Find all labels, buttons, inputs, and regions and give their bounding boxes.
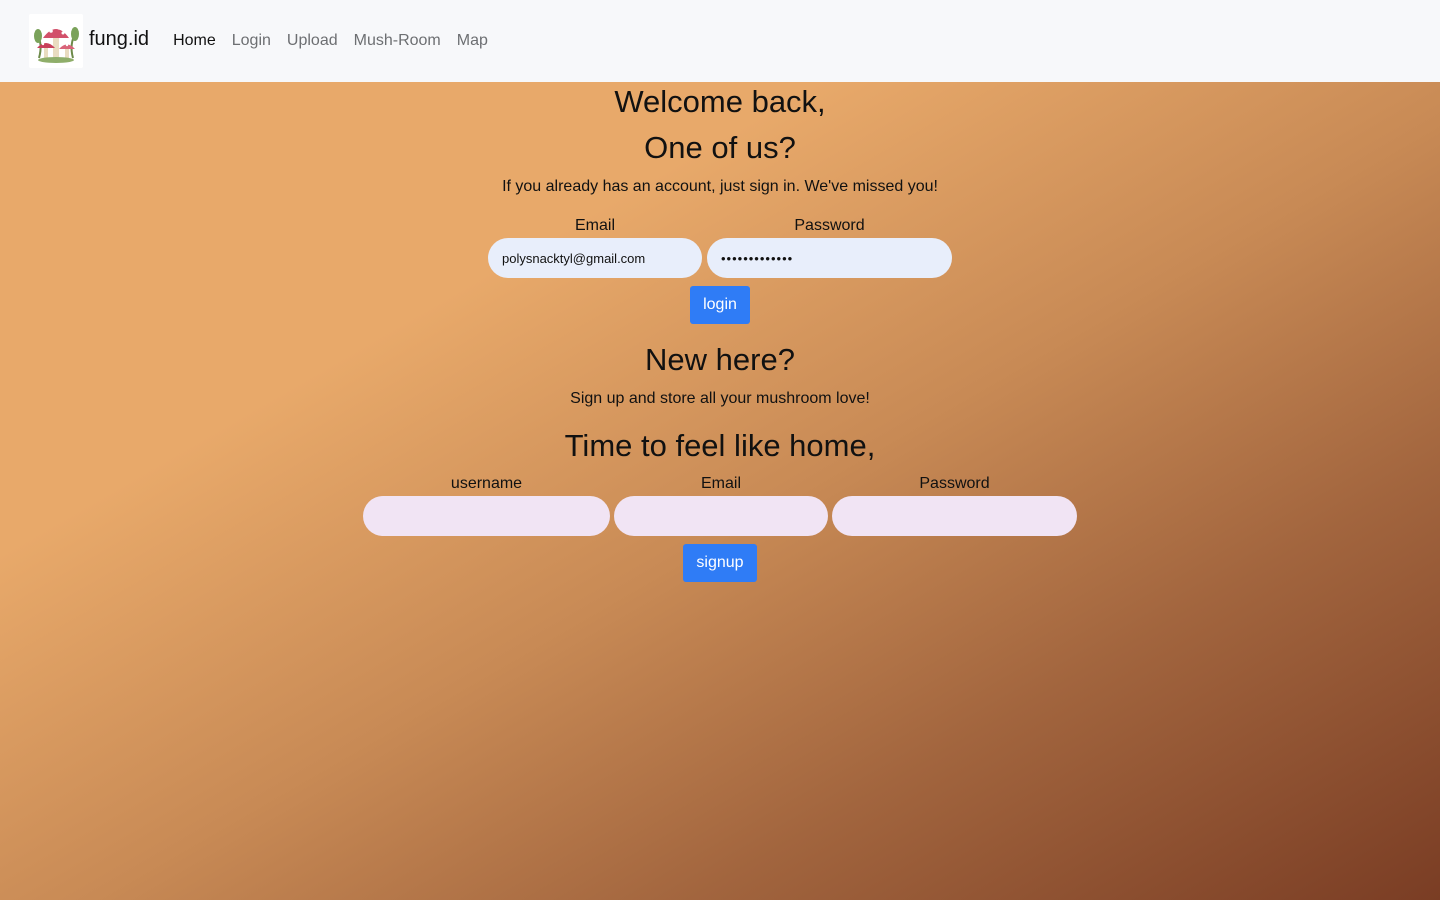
- brand-name: fung.id: [89, 27, 150, 50]
- signup-email-label: Email: [700, 475, 741, 492]
- signup-heading-new-here: New here?: [645, 342, 795, 377]
- signup-subtitle: Sign up and store all your mushroom love…: [570, 390, 870, 407]
- login-email-input[interactable]: [488, 238, 702, 278]
- login-password-input[interactable]: [707, 238, 952, 278]
- signup-password-label: Password: [919, 475, 990, 492]
- signup-email-input[interactable]: [614, 496, 828, 536]
- login-subtitle: If you already has an account, just sign…: [502, 178, 938, 195]
- login-heading-one-of-us: One of us?: [644, 130, 796, 165]
- login-email-label: Email: [574, 217, 615, 234]
- login-button[interactable]: login: [690, 286, 750, 324]
- nav-link-mush-room[interactable]: Mush-Room: [354, 32, 441, 50]
- signup-heading-feel-home: Time to feel like home,: [564, 428, 876, 463]
- signup-username-label: username: [450, 475, 523, 492]
- signup-button[interactable]: signup: [683, 544, 757, 582]
- login-password-label: Password: [794, 217, 865, 234]
- signup-username-input[interactable]: [363, 496, 610, 536]
- navbar: fung.id Home Login Upload Mush-Room Map: [0, 0, 1440, 82]
- signup-password-input[interactable]: [832, 496, 1077, 536]
- login-heading-welcome: Welcome back,: [614, 84, 826, 119]
- nav-link-home[interactable]: Home: [173, 32, 216, 50]
- brand-link[interactable]: fung.id: [29, 14, 149, 68]
- nav-link-upload[interactable]: Upload: [287, 32, 338, 50]
- nav-link-map[interactable]: Map: [457, 32, 488, 50]
- mushroom-logo-icon: [29, 14, 83, 68]
- nav-link-login[interactable]: Login: [232, 32, 271, 50]
- nav-links: Home Login Upload Mush-Room Map: [173, 32, 504, 50]
